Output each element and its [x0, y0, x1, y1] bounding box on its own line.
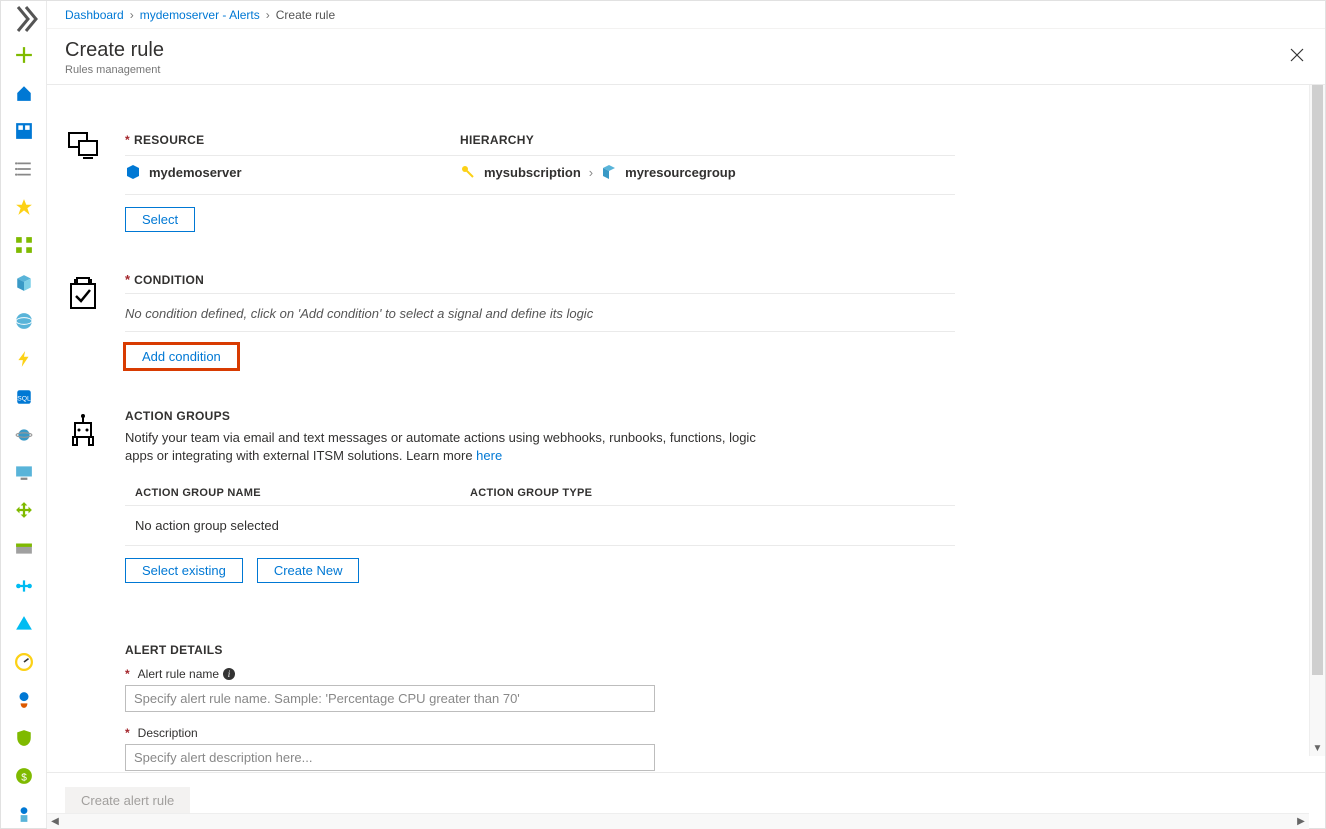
function-apps-icon[interactable] — [8, 345, 40, 373]
sql-databases-icon[interactable]: SQL — [8, 383, 40, 411]
action-groups-heading: ACTION GROUPS — [125, 409, 955, 423]
ag-col-name: ACTION GROUP NAME — [125, 487, 460, 499]
scroll-right-icon[interactable]: ▶ — [1293, 814, 1309, 829]
action-groups-description: Notify your team via email and text mess… — [125, 429, 765, 465]
alert-name-input[interactable] — [125, 685, 655, 712]
chevron-right-icon: › — [266, 8, 270, 22]
hierarchy-heading: HIERARCHY — [460, 133, 955, 149]
learn-more-link[interactable]: here — [476, 448, 502, 463]
server-icon — [125, 164, 141, 180]
page-subtitle: Rules management — [65, 64, 1307, 76]
close-icon — [1290, 48, 1304, 62]
resource-icon — [65, 125, 125, 168]
select-resource-button[interactable]: Select — [125, 207, 195, 232]
create-new-button[interactable]: Create New — [257, 558, 360, 583]
cosmos-db-icon[interactable] — [8, 421, 40, 449]
alert-details-section: ALERT DETAILS *Alert rule name i *Descri… — [65, 643, 1307, 772]
resourcegroup-icon — [601, 164, 617, 180]
action-groups-section: ACTION GROUPS Notify your team via email… — [65, 409, 1307, 583]
alert-details-heading: ALERT DETAILS — [125, 643, 955, 657]
breadcrumb: Dashboard › mydemoserver - Alerts › Crea… — [47, 1, 1325, 29]
home-icon[interactable] — [8, 79, 40, 107]
resource-groups-icon[interactable] — [8, 269, 40, 297]
add-condition-button[interactable]: Add condition — [125, 344, 238, 369]
advisor-icon[interactable] — [8, 686, 40, 714]
page-header: Create rule Rules management — [47, 29, 1325, 85]
scroll-thumb[interactable] — [1312, 85, 1323, 675]
footer: Create alert rule ◀ ▶ — [47, 772, 1325, 828]
alert-description-label: Description — [138, 726, 198, 740]
chevron-right-icon: › — [589, 165, 593, 180]
resource-section: *RESOURCE mydemoserver HIERARCHY — [65, 125, 1307, 232]
expand-nav-icon[interactable] — [8, 7, 40, 31]
main-panel: Dashboard › mydemoserver - Alerts › Crea… — [47, 1, 1325, 828]
dashboard-icon[interactable] — [8, 117, 40, 145]
chevron-right-icon: › — [130, 8, 134, 22]
svg-text:$: $ — [21, 773, 27, 784]
storage-accounts-icon[interactable] — [8, 534, 40, 562]
cost-management-icon[interactable]: $ — [8, 762, 40, 790]
all-services-icon[interactable] — [8, 155, 40, 183]
alert-name-label: Alert rule name — [138, 667, 219, 681]
azure-ad-icon[interactable] — [8, 610, 40, 638]
security-center-icon[interactable] — [8, 724, 40, 752]
condition-section: *CONDITION No condition defined, click o… — [65, 272, 1307, 369]
app-services-icon[interactable] — [8, 307, 40, 335]
favorites-star-icon[interactable] — [8, 193, 40, 221]
ag-empty-row: No action group selected — [125, 506, 955, 546]
resourcegroup-value: myresourcegroup — [625, 165, 736, 180]
app-root: SQL $ Dashboard › mydemoserver - Alerts … — [0, 0, 1326, 829]
help-support-icon[interactable] — [8, 800, 40, 828]
page-title: Create rule — [65, 39, 1307, 62]
breadcrumb-current: Create rule — [276, 8, 335, 22]
svg-text:SQL: SQL — [17, 395, 31, 402]
scroll-down-icon[interactable]: ▼ — [1310, 740, 1325, 756]
breadcrumb-alerts[interactable]: mydemoserver - Alerts — [140, 8, 260, 22]
key-icon — [460, 164, 476, 180]
select-existing-button[interactable]: Select existing — [125, 558, 243, 583]
condition-icon — [65, 272, 125, 315]
scroll-left-icon[interactable]: ◀ — [47, 814, 63, 829]
condition-empty-text: No condition defined, click on 'Add cond… — [125, 293, 955, 332]
load-balancers-icon[interactable] — [8, 496, 40, 524]
create-resource-icon[interactable] — [8, 41, 40, 69]
resource-value: mydemoserver — [149, 165, 242, 180]
action-groups-icon — [65, 409, 125, 452]
monitor-icon[interactable] — [8, 648, 40, 676]
close-button[interactable] — [1283, 41, 1311, 69]
virtual-machines-icon[interactable] — [8, 458, 40, 486]
all-resources-icon[interactable] — [8, 231, 40, 259]
ag-col-type: ACTION GROUP TYPE — [460, 487, 795, 499]
content-scroll[interactable]: *RESOURCE mydemoserver HIERARCHY — [47, 85, 1325, 772]
alert-description-input[interactable] — [125, 744, 655, 771]
subscription-value: mysubscription — [484, 165, 581, 180]
info-icon[interactable]: i — [223, 668, 235, 680]
condition-heading: CONDITION — [134, 273, 204, 287]
horizontal-scrollbar[interactable]: ◀ ▶ — [47, 813, 1309, 829]
create-alert-rule-button[interactable]: Create alert rule — [65, 787, 190, 814]
vertical-scrollbar[interactable]: ▲ ▼ — [1309, 85, 1325, 756]
breadcrumb-dashboard[interactable]: Dashboard — [65, 8, 124, 22]
virtual-networks-icon[interactable] — [8, 572, 40, 600]
left-navbar: SQL $ — [1, 1, 47, 828]
resource-heading: RESOURCE — [134, 133, 204, 147]
